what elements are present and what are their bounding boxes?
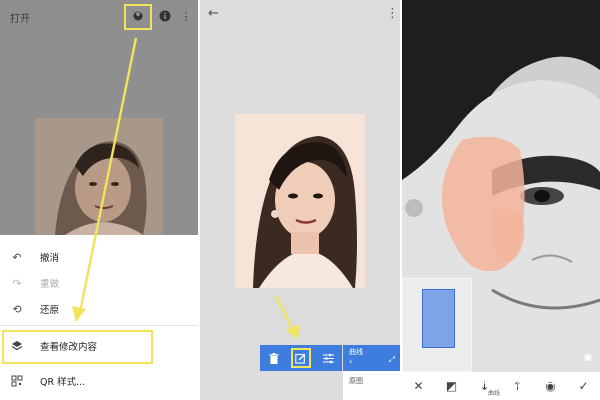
- menu-item-redo[interactable]: ↷ 重做: [0, 271, 198, 295]
- chevron-left-icon[interactable]: ‹: [349, 357, 352, 366]
- menu-item-qr-style[interactable]: QR 样式...: [0, 369, 198, 393]
- edited-photo: [235, 114, 365, 288]
- watermark: 知乎 @赵西贝: [478, 372, 570, 388]
- redo-icon: ↷: [12, 276, 22, 290]
- photo-thumbnail: [35, 118, 163, 235]
- dimmed-image-area: 打开 ⋮: [0, 0, 198, 235]
- menu-item-undo[interactable]: ↶ 撤消: [0, 245, 198, 269]
- more-vert-icon[interactable]: ⋮: [386, 6, 399, 21]
- highlight-view-edits: [2, 330, 153, 364]
- open-button[interactable]: 打开: [10, 10, 30, 25]
- undo-icon: ↶: [12, 250, 22, 264]
- restore-icon: ⟲: [12, 302, 22, 316]
- delete-icon[interactable]: [264, 348, 284, 368]
- menu-divider: [0, 325, 198, 326]
- qr-icon: [10, 374, 24, 388]
- panel-brush-mask-screen: ▣ ✕ ◩ ↓ ↑ ◉ ✓ 曲线: [402, 0, 600, 400]
- original-step-card[interactable]: 原图: [343, 371, 400, 400]
- mask-preview-region: [422, 289, 455, 348]
- curve-graph-icon: ⤢: [388, 355, 395, 364]
- brush-icon[interactable]: ◩: [444, 378, 460, 394]
- adjust-sliders-icon[interactable]: [318, 348, 338, 368]
- panel-menu-screen: 打开 ⋮ ↶ 撤消 ↷ 重做 ⟲ 还原 查看修改内容 QR 样式...: [0, 0, 198, 400]
- edit-brush-icon[interactable]: [290, 348, 311, 368]
- more-vert-icon[interactable]: ⋮: [178, 8, 194, 24]
- check-icon[interactable]: ✓: [576, 378, 592, 394]
- brush-target-label: 曲线: [488, 390, 501, 397]
- bookmark-icon[interactable]: ▣: [582, 352, 594, 364]
- curve-step-card[interactable]: 曲线 ‹ ⤢: [343, 345, 400, 371]
- info-icon[interactable]: [157, 8, 173, 24]
- close-icon[interactable]: ✕: [411, 378, 427, 394]
- highlight-stack-icon: [124, 4, 152, 30]
- panel-edit-stack-screen: ← ⋮ 曲线 ‹ ⤢ 原图: [200, 0, 400, 400]
- back-arrow-icon[interactable]: ←: [208, 6, 219, 21]
- edit-step-toolbar: [260, 345, 342, 371]
- menu-item-restore[interactable]: ⟲ 还原: [0, 297, 198, 321]
